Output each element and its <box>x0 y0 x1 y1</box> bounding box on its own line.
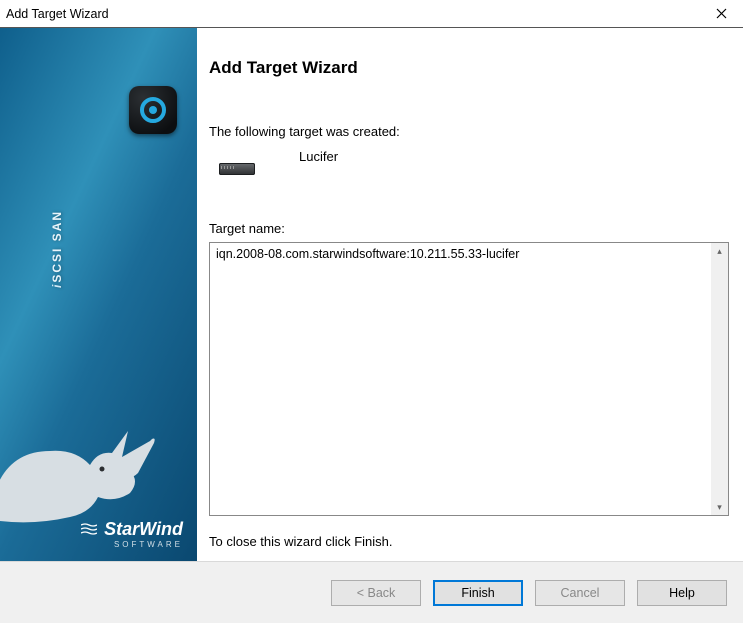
app-icon <box>129 86 177 134</box>
wizard-content: Add Target Wizard The following target w… <box>197 28 743 561</box>
created-message: The following target was created: <box>209 124 729 139</box>
finish-button[interactable]: Finish <box>433 580 523 606</box>
window-title: Add Target Wizard <box>6 7 705 21</box>
target-name-field[interactable] <box>210 243 728 515</box>
closing-instruction: To close this wizard click Finish. <box>209 534 729 549</box>
product-name-vertical: iSCSI SAN <box>28 210 70 288</box>
cancel-button: Cancel <box>535 580 625 606</box>
wizard-sidebar: iSCSI SAN StarWind SOFTWARE <box>0 28 197 561</box>
brand-tagline: SOFTWARE <box>81 540 183 549</box>
wizard-footer: < Back Finish Cancel Help <box>0 561 743 623</box>
help-button[interactable]: Help <box>637 580 727 606</box>
close-button[interactable] <box>705 3 737 25</box>
target-name-label: Target name: <box>209 221 729 236</box>
page-heading: Add Target Wizard <box>209 58 729 78</box>
brand-name: StarWind <box>104 519 183 539</box>
created-target-row: Lucifer <box>219 157 729 175</box>
title-bar: Add Target Wizard <box>0 0 743 28</box>
scroll-down-icon[interactable]: ▾ <box>712 499 727 515</box>
scrollbar[interactable]: ▴ ▾ <box>711 243 728 515</box>
close-icon <box>716 8 727 19</box>
target-name-box: ▴ ▾ <box>209 242 729 516</box>
back-button: < Back <box>331 580 421 606</box>
wave-icon <box>81 523 97 538</box>
target-icon <box>140 97 166 123</box>
server-icon <box>219 163 255 175</box>
rhino-illustration <box>0 391 197 531</box>
created-target-name: Lucifer <box>299 149 338 164</box>
brand-footer: StarWind SOFTWARE <box>81 519 183 549</box>
scroll-up-icon[interactable]: ▴ <box>712 243 727 259</box>
